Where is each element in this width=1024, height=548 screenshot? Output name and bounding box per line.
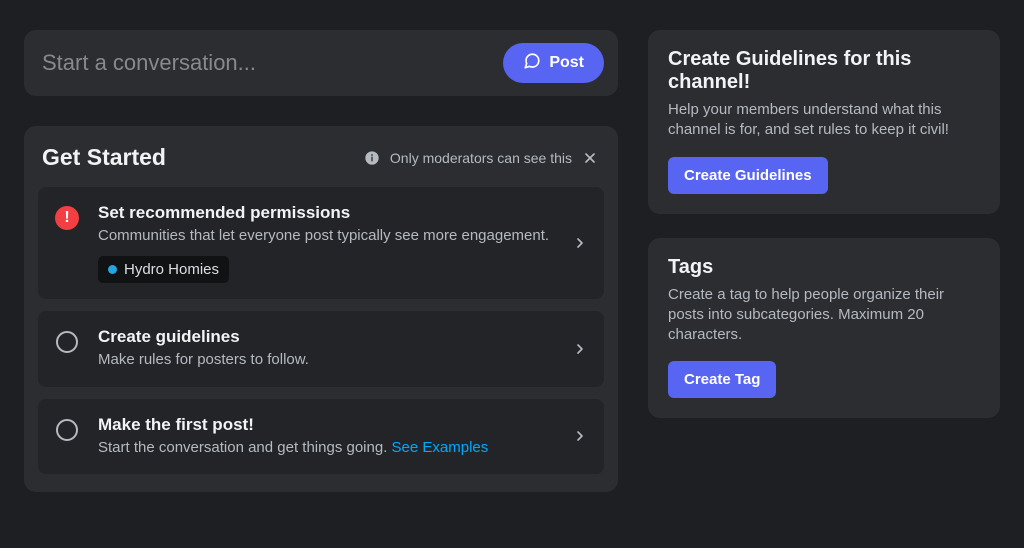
start-conversation-placeholder: Start a conversation...: [42, 50, 256, 76]
step-desc: Start the conversation and get things go…: [98, 438, 590, 458]
role-chip-label: Hydro Homies: [124, 261, 219, 278]
start-conversation-bar[interactable]: Start a conversation... Post: [24, 30, 618, 96]
step-title: Create guidelines: [98, 327, 590, 347]
get-started-card: Get Started Only moderators can see this…: [24, 126, 618, 492]
post-button[interactable]: Post: [503, 43, 604, 83]
create-tag-button[interactable]: Create Tag: [668, 361, 776, 398]
tags-panel: Tags Create a tag to help people organiz…: [648, 238, 1000, 419]
step-desc: Communities that let everyone post typic…: [98, 226, 590, 246]
role-chip[interactable]: Hydro Homies: [98, 256, 229, 283]
moderator-notice: Only moderators can see this: [390, 150, 572, 166]
guidelines-panel: Create Guidelines for this channel! Help…: [648, 30, 1000, 214]
chevron-right-icon: [572, 235, 588, 251]
role-color-dot: [108, 265, 117, 274]
step-desc: Make rules for posters to follow.: [98, 350, 590, 370]
post-button-label: Post: [549, 54, 584, 72]
unchecked-circle-icon: [56, 331, 78, 353]
chat-bubble-icon: [523, 52, 541, 75]
chevron-right-icon: [572, 341, 588, 357]
get-started-title: Get Started: [42, 144, 166, 171]
guidelines-panel-title: Create Guidelines for this channel!: [668, 48, 980, 94]
step-title: Set recommended permissions: [98, 203, 590, 223]
step-create-guidelines[interactable]: Create guidelines Make rules for posters…: [38, 311, 604, 386]
info-icon: [364, 150, 380, 166]
see-examples-link[interactable]: See Examples: [392, 439, 489, 456]
tags-panel-desc: Create a tag to help people organize the…: [668, 285, 980, 346]
close-icon[interactable]: [582, 150, 598, 166]
unchecked-circle-icon: [56, 419, 78, 441]
tags-panel-title: Tags: [668, 256, 980, 279]
guidelines-panel-desc: Help your members understand what this c…: [668, 100, 980, 141]
step-desc-text: Start the conversation and get things go…: [98, 439, 392, 456]
step-list: ! Set recommended permissions Communitie…: [24, 187, 618, 492]
warning-icon: !: [55, 206, 79, 230]
chevron-right-icon: [572, 428, 588, 444]
step-set-permissions[interactable]: ! Set recommended permissions Communitie…: [38, 187, 604, 299]
get-started-header: Get Started Only moderators can see this: [24, 126, 618, 187]
step-make-first-post[interactable]: Make the first post! Start the conversat…: [38, 399, 604, 474]
step-title: Make the first post!: [98, 415, 590, 435]
create-guidelines-button[interactable]: Create Guidelines: [668, 157, 828, 194]
